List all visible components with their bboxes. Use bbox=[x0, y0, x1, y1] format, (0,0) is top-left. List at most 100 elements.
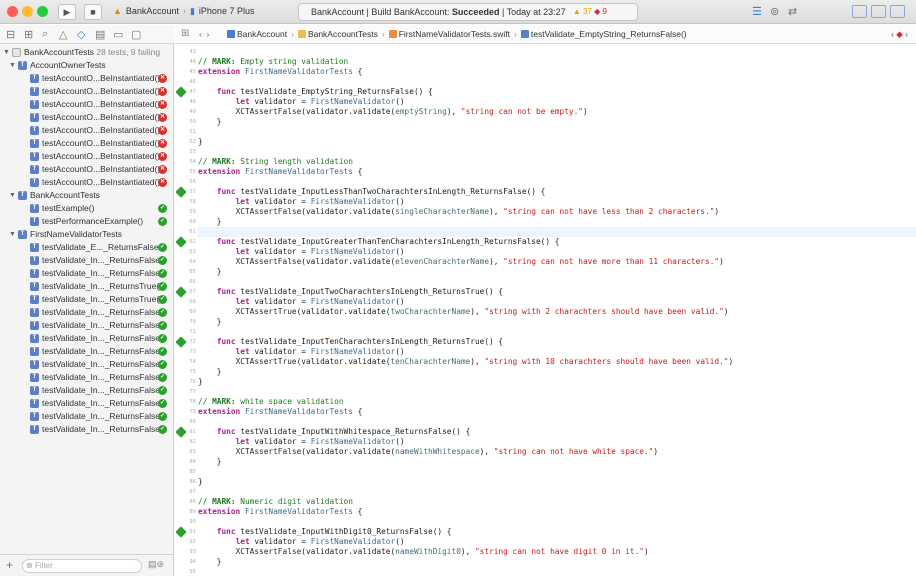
code-line[interactable]: XCTAssertFalse(validator.validate(single… bbox=[198, 207, 916, 217]
test-case-row[interactable]: TtestAccountO...BeInstantiated() ✕ bbox=[0, 98, 173, 111]
test-passed-icon[interactable]: ✓ bbox=[158, 321, 167, 330]
test-case-row[interactable]: TtestValidate_In..._ReturnsFalse() ✓ bbox=[0, 423, 173, 436]
assistant-editor-icon[interactable]: ⊚ bbox=[770, 5, 779, 18]
disclosure-triangle-icon[interactable]: ▼ bbox=[9, 59, 16, 72]
test-passed-icon[interactable]: ✓ bbox=[158, 243, 167, 252]
code-line[interactable]: extension FirstNameValidatorTests { bbox=[198, 67, 916, 77]
code-line[interactable]: let validator = FirstNameValidator() bbox=[198, 537, 916, 547]
disclosure-triangle-icon[interactable]: ▼ bbox=[9, 228, 16, 241]
test-case-row[interactable]: TtestAccountO...BeInstantiated() ✕ bbox=[0, 124, 173, 137]
code-line[interactable]: func testValidate_EmptyString_ReturnsFal… bbox=[198, 87, 916, 97]
test-passed-icon[interactable]: ✓ bbox=[158, 204, 167, 213]
test-class-row[interactable]: ▼ T FirstNameValidatorTests bbox=[0, 228, 173, 241]
code-line[interactable] bbox=[198, 487, 916, 497]
filter-options-icon[interactable]: ▤⊛ bbox=[148, 559, 164, 570]
code-line[interactable]: XCTAssertTrue(validator.validate(twoChar… bbox=[198, 307, 916, 317]
code-line[interactable]: } bbox=[198, 117, 916, 127]
code-line[interactable]: func testValidate_InputTwoCharachtersInL… bbox=[198, 287, 916, 297]
test-case-row[interactable]: TtestAccountO...BeInstantiated() ✕ bbox=[0, 163, 173, 176]
breakpoint-icon[interactable]: ▭ bbox=[113, 28, 123, 41]
stop-button[interactable]: ■ bbox=[84, 4, 102, 20]
code-line[interactable]: XCTAssertTrue(validator.validate(tenChar… bbox=[198, 357, 916, 367]
test-case-row[interactable]: TtestValidate_In..._ReturnsFalse() ✓ bbox=[0, 371, 173, 384]
code-line[interactable]: XCTAssertFalse(validator.validate(nameWi… bbox=[198, 447, 916, 457]
test-case-row[interactable]: TtestValidate_In..._ReturnsFalse() ✓ bbox=[0, 397, 173, 410]
line-number-gutter[interactable]: 43 44 45 46 47 48 49 50 51 52 53 54 55 56 57 58 59 60 61 62… bbox=[175, 44, 198, 576]
code-line[interactable]: XCTAssertFalse(validator.validate(nameWi… bbox=[198, 547, 916, 557]
filter-input[interactable]: ⊛ Filter bbox=[22, 559, 142, 573]
code-line[interactable]: func testValidate_InputWithDigit0_Return… bbox=[198, 527, 916, 537]
breadcrumb-group[interactable]: BankAccountTests bbox=[297, 29, 378, 39]
test-case-row[interactable]: TtestValidate_In..._ReturnsTrue() ✓ bbox=[0, 280, 173, 293]
test-failed-icon[interactable]: ✕ bbox=[158, 178, 167, 187]
test-case-row[interactable]: TtestValidate_In..._ReturnsFalse() ✓ bbox=[0, 410, 173, 423]
test-passed-icon[interactable]: ✓ bbox=[158, 399, 167, 408]
test-case-row[interactable]: TtestAccountO...BeInstantiated() ✕ bbox=[0, 176, 173, 189]
test-failed-icon[interactable]: ✕ bbox=[158, 152, 167, 161]
code-line[interactable] bbox=[198, 417, 916, 427]
test-failed-icon[interactable]: ✕ bbox=[158, 113, 167, 122]
code-line[interactable] bbox=[198, 77, 916, 87]
code-line[interactable]: } bbox=[198, 477, 916, 487]
issue-counts[interactable]: ▲ 37 ◆ 9 bbox=[573, 4, 607, 20]
code-line[interactable]: } bbox=[198, 557, 916, 567]
issue-icon[interactable]: △ bbox=[59, 28, 67, 41]
test-passed-icon[interactable]: ✓ bbox=[158, 347, 167, 356]
toggle-navigator-button[interactable] bbox=[852, 5, 867, 18]
test-passed-icon[interactable]: ✓ bbox=[158, 412, 167, 421]
toggle-debug-area-button[interactable] bbox=[871, 5, 886, 18]
source-control-icon[interactable]: ⊞ bbox=[24, 28, 33, 41]
test-failed-icon[interactable]: ✕ bbox=[158, 100, 167, 109]
run-button[interactable]: ▶ bbox=[58, 4, 76, 20]
test-case-row[interactable]: TtestValidate_E..._ReturnsFalse() ✓ bbox=[0, 241, 173, 254]
test-failed-icon[interactable]: ✕ bbox=[158, 165, 167, 174]
code-line[interactable] bbox=[198, 327, 916, 337]
test-case-row[interactable]: TtestValidate_In..._ReturnsFalse() ✓ bbox=[0, 332, 173, 345]
test-case-row[interactable]: TtestAccountO...BeInstantiated() ✕ bbox=[0, 85, 173, 98]
code-line[interactable]: func testValidate_InputTenCharachtersInL… bbox=[198, 337, 916, 347]
test-passed-icon[interactable]: ✓ bbox=[158, 334, 167, 343]
test-passed-icon[interactable]: ✓ bbox=[158, 282, 167, 291]
related-items-icon[interactable]: ⊞ bbox=[181, 25, 189, 43]
code-line[interactable]: } bbox=[198, 317, 916, 327]
code-line[interactable] bbox=[198, 177, 916, 187]
test-case-row[interactable]: TtestAccountO...BeInstantiated() ✕ bbox=[0, 137, 173, 150]
code-line[interactable]: let validator = FirstNameValidator() bbox=[198, 297, 916, 307]
test-failed-icon[interactable]: ✕ bbox=[158, 126, 167, 135]
test-case-row[interactable]: TtestValidate_In..._ReturnsFalse() ✓ bbox=[0, 319, 173, 332]
test-passed-icon[interactable]: ✓ bbox=[158, 360, 167, 369]
test-passed-icon[interactable]: ✓ bbox=[158, 425, 167, 434]
test-case-row[interactable]: TtestValidate_In..._ReturnsFalse() ✓ bbox=[0, 306, 173, 319]
source-editor[interactable]: // MARK: Empty string validation extensio… bbox=[198, 44, 916, 576]
close-window-button[interactable] bbox=[7, 6, 18, 17]
code-line[interactable] bbox=[198, 277, 916, 287]
code-line[interactable] bbox=[198, 517, 916, 527]
test-case-row[interactable]: TtestValidate_In..._ReturnsFalse() ✓ bbox=[0, 254, 173, 267]
test-passed-icon[interactable]: ✓ bbox=[158, 308, 167, 317]
add-icon[interactable]: + bbox=[6, 558, 13, 572]
test-case-row[interactable]: TtestAccountO...BeInstantiated() ✕ bbox=[0, 111, 173, 124]
breadcrumb-file[interactable]: FirstNameValidatorTests.swift bbox=[388, 29, 510, 39]
code-line[interactable] bbox=[198, 227, 916, 237]
test-case-row[interactable]: TtestValidate_In..._ReturnsFalse() ✓ bbox=[0, 358, 173, 371]
version-editor-icon[interactable]: ⇄ bbox=[788, 5, 797, 18]
code-line[interactable]: let validator = FirstNameValidator() bbox=[198, 347, 916, 357]
code-line[interactable]: func testValidate_InputGreaterThanTenCha… bbox=[198, 237, 916, 247]
code-line[interactable]: } bbox=[198, 377, 916, 387]
disclosure-triangle-icon[interactable]: ▼ bbox=[9, 189, 16, 202]
code-line[interactable] bbox=[198, 567, 916, 576]
test-passed-icon[interactable]: ✓ bbox=[158, 269, 167, 278]
code-line[interactable]: } bbox=[198, 367, 916, 377]
code-line[interactable]: } bbox=[198, 137, 916, 147]
disclosure-triangle-icon[interactable]: ▼ bbox=[3, 46, 10, 59]
code-line[interactable]: extension FirstNameValidatorTests { bbox=[198, 167, 916, 177]
test-failed-icon[interactable]: ✕ bbox=[158, 74, 167, 83]
issue-navigation[interactable]: ‹ ◆ › bbox=[891, 25, 908, 43]
code-line[interactable]: func testValidate_InputLessThanTwoCharac… bbox=[198, 187, 916, 197]
history-arrows[interactable]: ‹ › bbox=[199, 25, 209, 43]
test-failed-icon[interactable]: ✕ bbox=[158, 87, 167, 96]
test-passed-icon[interactable]: ✓ bbox=[158, 256, 167, 265]
test-bundle-row[interactable]: ▼ BankAccountTests 28 tests, 9 failing bbox=[0, 46, 173, 59]
code-line[interactable]: // MARK: Numeric digit validation bbox=[198, 497, 916, 507]
minimize-window-button[interactable] bbox=[22, 6, 33, 17]
